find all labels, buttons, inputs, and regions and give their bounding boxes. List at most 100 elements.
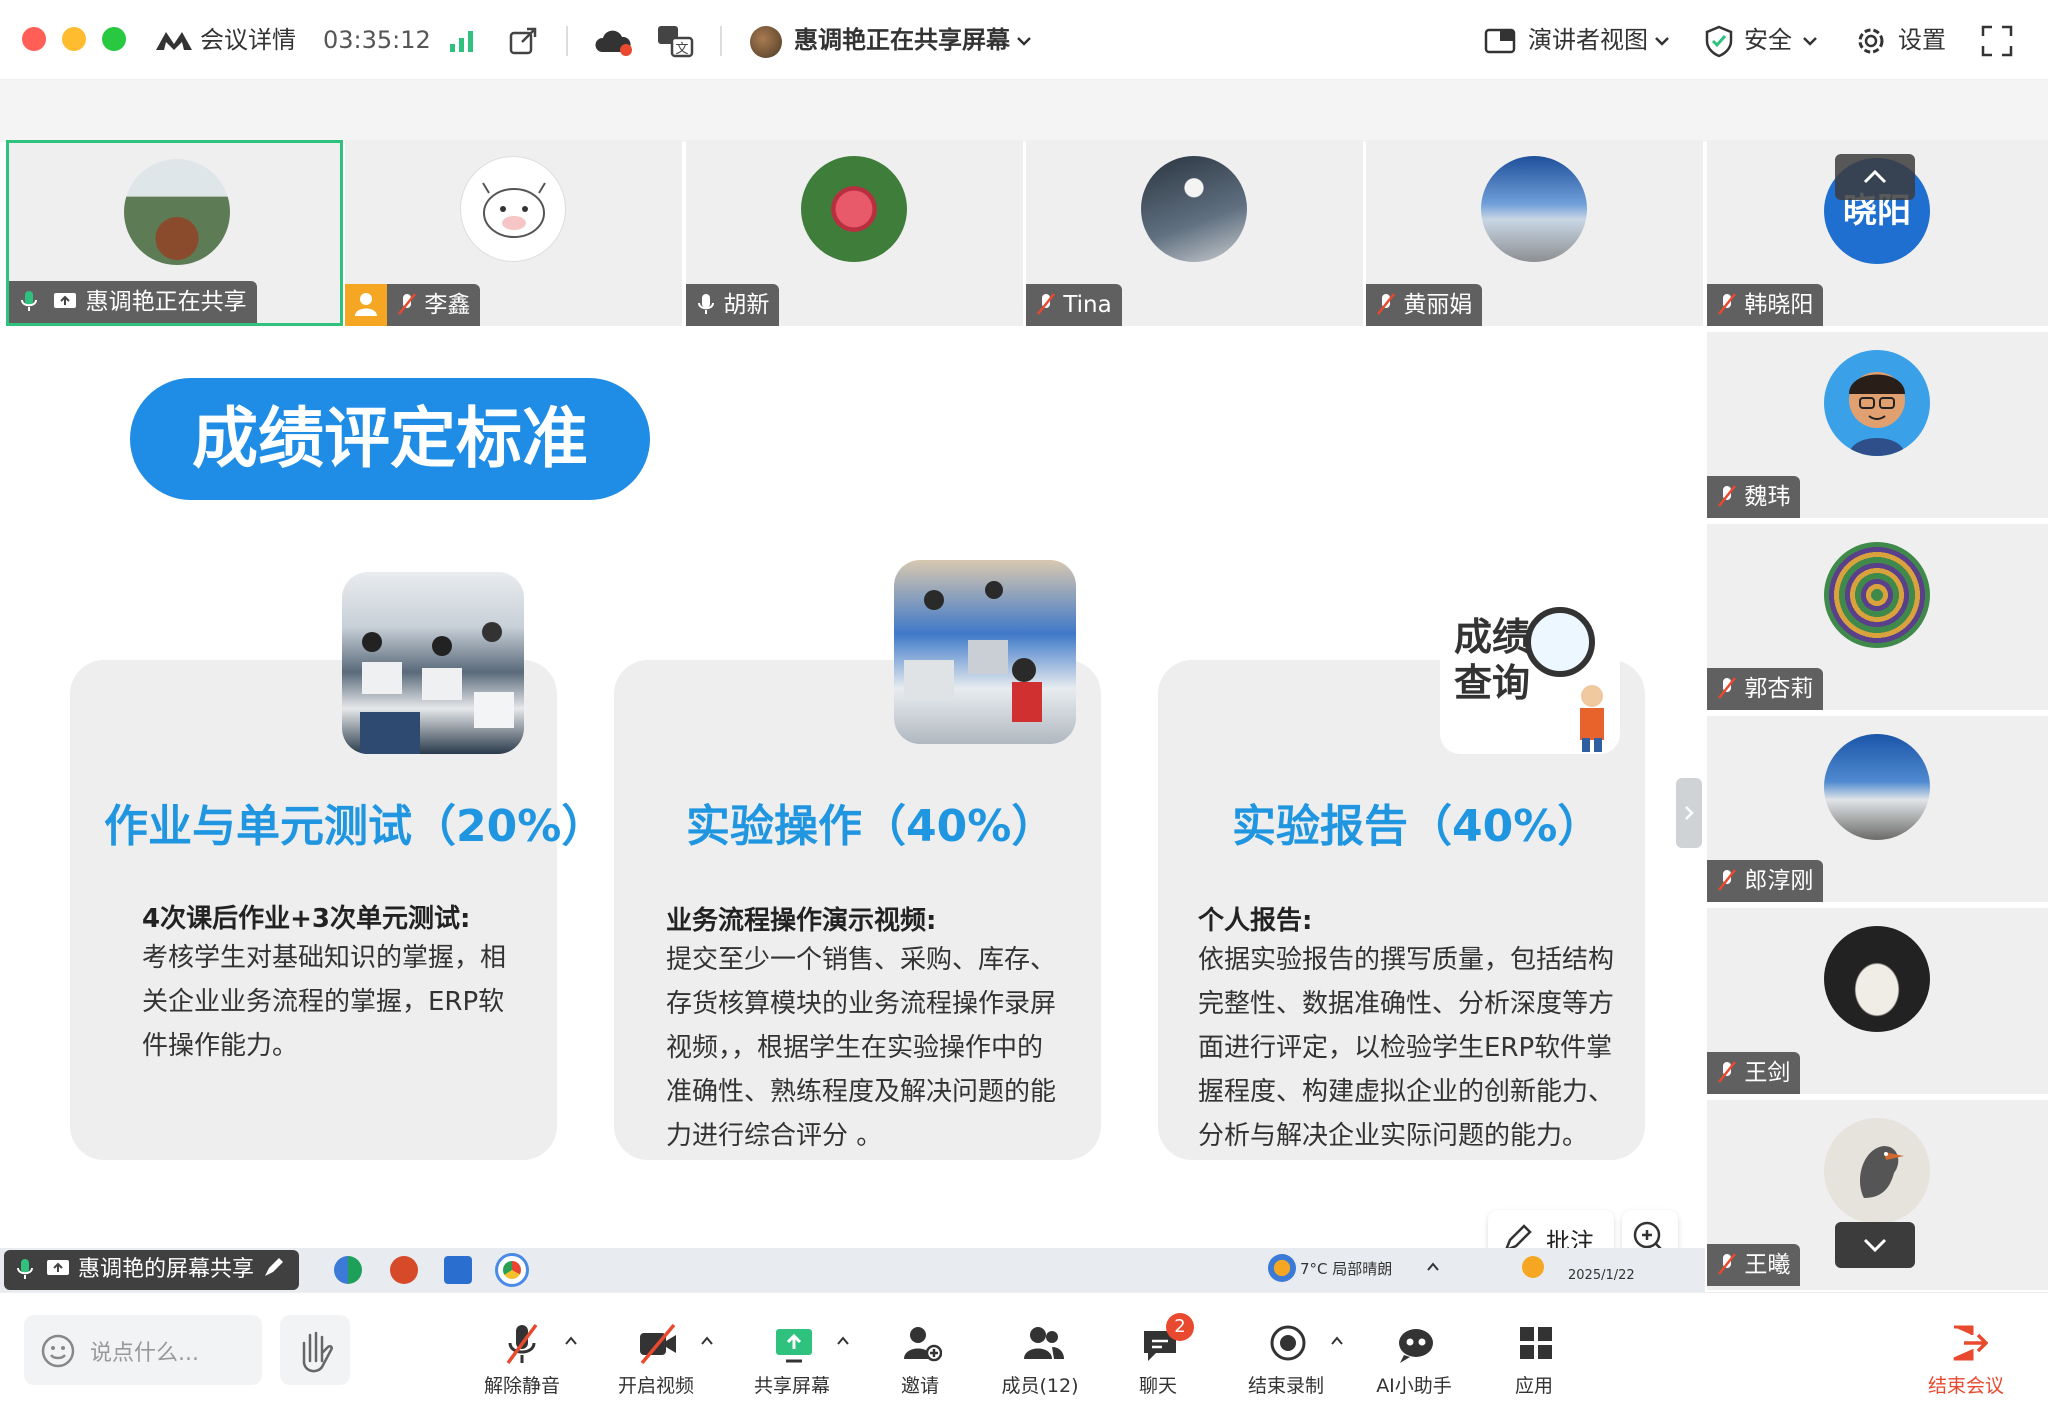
chevron-down-icon[interactable] bbox=[1016, 34, 1032, 48]
chrome-icon[interactable] bbox=[495, 1253, 529, 1287]
scroll-up-button[interactable] bbox=[1835, 154, 1915, 200]
pen-icon bbox=[265, 1258, 284, 1276]
security-dropdown[interactable]: 安全 bbox=[1744, 22, 1792, 58]
shared-taskbar: 惠调艳的屏幕共享 7°C 局部晴朗 2025/1/22 bbox=[0, 1248, 1705, 1292]
browser-icon[interactable] bbox=[334, 1256, 362, 1284]
gear-icon[interactable] bbox=[1854, 24, 1888, 58]
participant-tile[interactable]: 晓阳 韩晓阳 bbox=[1707, 140, 2048, 326]
participant-tile[interactable]: Tina bbox=[1026, 140, 1363, 326]
ai-assistant-icon bbox=[1399, 1329, 1433, 1363]
card-line: 考核学生对基础知识的掌握，相 bbox=[142, 943, 507, 973]
participant-name-tag: Tina bbox=[1026, 284, 1122, 326]
maximize-window-button[interactable] bbox=[102, 27, 126, 51]
meeting-controls: 说点什么... 解除静音 开启视频 共享屏幕 邀请 成员(12) 2 聊天 结束… bbox=[0, 1292, 2048, 1412]
mic-on-icon bbox=[698, 294, 714, 314]
emoji-icon[interactable] bbox=[40, 1333, 76, 1369]
participant-name: 李鑫 bbox=[424, 292, 471, 318]
participant-tile[interactable]: 王曦 bbox=[1707, 1100, 2048, 1290]
participant-tile[interactable]: 李鑫 bbox=[345, 140, 682, 326]
members-button[interactable]: 成员(12) bbox=[990, 1313, 1090, 1403]
members-label: 成员(12) bbox=[1001, 1375, 1079, 1397]
office-photo bbox=[894, 560, 1076, 744]
card-subtitle: 4次课后作业+3次单元测试: bbox=[142, 904, 471, 934]
invite-button[interactable]: 邀请 bbox=[870, 1313, 970, 1403]
hand-icon bbox=[302, 1331, 333, 1373]
apps-button[interactable]: 应用 bbox=[1484, 1313, 1584, 1403]
chevron-up-icon[interactable] bbox=[1426, 1260, 1440, 1274]
participant-tile[interactable]: 郭杏莉 bbox=[1707, 524, 2048, 710]
translation-icon[interactable]: 文 bbox=[656, 24, 696, 58]
settings-button[interactable]: 设置 bbox=[1898, 22, 1946, 58]
fullscreen-icon[interactable] bbox=[1980, 24, 2014, 58]
chevron-up-icon[interactable] bbox=[700, 1335, 714, 1347]
divider bbox=[566, 26, 568, 56]
mic-muted-icon bbox=[1037, 293, 1055, 315]
signal-strength-icon[interactable] bbox=[448, 28, 476, 54]
participant-tile[interactable]: 黄丽娟 bbox=[1366, 140, 1703, 326]
participant-avatar bbox=[1824, 350, 1930, 456]
mic-muted-icon bbox=[1718, 1253, 1736, 1275]
minimize-window-button[interactable] bbox=[62, 27, 86, 51]
participant-name: 韩晓阳 bbox=[1744, 292, 1814, 318]
close-window-button[interactable] bbox=[22, 27, 46, 51]
card-title: 实验操作（40%） bbox=[686, 801, 1056, 852]
mic-muted-icon bbox=[1718, 869, 1736, 891]
computer-lab-image bbox=[360, 622, 514, 754]
card-subtitle: 业务流程操作演示视频: bbox=[666, 906, 937, 936]
participant-tile[interactable]: 魏玮 bbox=[1707, 332, 2048, 518]
start-video-label: 开启视频 bbox=[617, 1375, 694, 1397]
chevron-up-icon[interactable] bbox=[1330, 1335, 1344, 1347]
chevron-down-icon[interactable] bbox=[1802, 34, 1818, 48]
app-logo-icon bbox=[156, 32, 192, 50]
presenter-view-dropdown[interactable]: 演讲者视图 bbox=[1528, 22, 1648, 58]
chevron-down-icon bbox=[1863, 1238, 1887, 1253]
mic-muted-icon bbox=[398, 293, 416, 315]
notification-icon[interactable] bbox=[1522, 1256, 1544, 1278]
collapse-sidebar-handle[interactable] bbox=[1676, 778, 1702, 848]
participant-tile[interactable]: 王剑 bbox=[1707, 908, 2048, 1094]
participant-tile[interactable]: 惠调艳正在共享 bbox=[6, 140, 343, 326]
participant-name-tag: 魏玮 bbox=[1707, 476, 1801, 518]
participant-avatar bbox=[801, 156, 907, 262]
invite-label: 邀请 bbox=[900, 1375, 939, 1397]
participant-name: 胡新 bbox=[723, 292, 770, 318]
participant-avatar bbox=[460, 156, 566, 262]
participant-tile[interactable]: 胡新 bbox=[686, 140, 1023, 326]
participant-tile[interactable]: 郎淳刚 bbox=[1707, 716, 2048, 902]
sharing-status-dropdown[interactable]: 惠调艳正在共享屏幕 bbox=[794, 22, 1010, 58]
mic-muted-icon bbox=[1718, 293, 1736, 315]
apps-grid-icon bbox=[1520, 1327, 1552, 1359]
start-video-button[interactable]: 开启视频 bbox=[606, 1313, 706, 1403]
card-subtitle: 个人报告: bbox=[1198, 906, 1313, 936]
participant-name-tag: 王曦 bbox=[1707, 1244, 1801, 1286]
photos-icon[interactable] bbox=[444, 1256, 472, 1284]
chat-badge: 2 bbox=[1166, 1313, 1194, 1341]
slide-banner-title: 成绩评定标准 bbox=[130, 378, 650, 500]
shield-icon[interactable] bbox=[1704, 24, 1734, 58]
stop-recording-button[interactable]: 结束录制 bbox=[1236, 1313, 1336, 1403]
popout-icon[interactable] bbox=[508, 26, 538, 56]
participant-name-tag: 胡新 bbox=[686, 284, 780, 326]
card-line: 提交至少一个销售、采购、库存、 bbox=[666, 945, 1057, 975]
office-workers-image bbox=[904, 581, 1042, 722]
scroll-down-button[interactable] bbox=[1835, 1222, 1915, 1268]
unmute-button[interactable]: 解除静音 bbox=[472, 1313, 572, 1403]
chevron-up-icon[interactable] bbox=[564, 1335, 578, 1347]
ai-assistant-button[interactable]: AI小助手 bbox=[1364, 1313, 1464, 1403]
end-meeting-button[interactable]: 结束会议 bbox=[1916, 1313, 2016, 1403]
meeting-details-link[interactable]: 会议详情 bbox=[200, 22, 296, 58]
presenter-view-icon[interactable] bbox=[1484, 26, 1516, 56]
chevron-up-icon[interactable] bbox=[836, 1335, 850, 1347]
cloud-recording-icon[interactable] bbox=[594, 28, 634, 56]
card-description: 考核学生对基础知识的掌握，相 关企业业务流程的掌握，ERP软 件操作能力。 bbox=[142, 936, 506, 1068]
share-screen-button[interactable]: 共享屏幕 bbox=[742, 1313, 842, 1403]
chat-button[interactable]: 2 聊天 bbox=[1108, 1313, 1208, 1403]
taskbar-date: 2025/1/22 bbox=[1568, 1268, 1635, 1283]
participant-avatar bbox=[1141, 156, 1247, 262]
chat-input[interactable]: 说点什么... bbox=[24, 1315, 262, 1385]
chevron-down-icon[interactable] bbox=[1654, 34, 1670, 48]
host-badge bbox=[345, 284, 387, 326]
raise-hand-button[interactable] bbox=[280, 1315, 350, 1385]
share-indicator-label: 惠调艳的屏幕共享 bbox=[78, 1257, 255, 1282]
powerpoint-icon[interactable] bbox=[390, 1256, 418, 1284]
